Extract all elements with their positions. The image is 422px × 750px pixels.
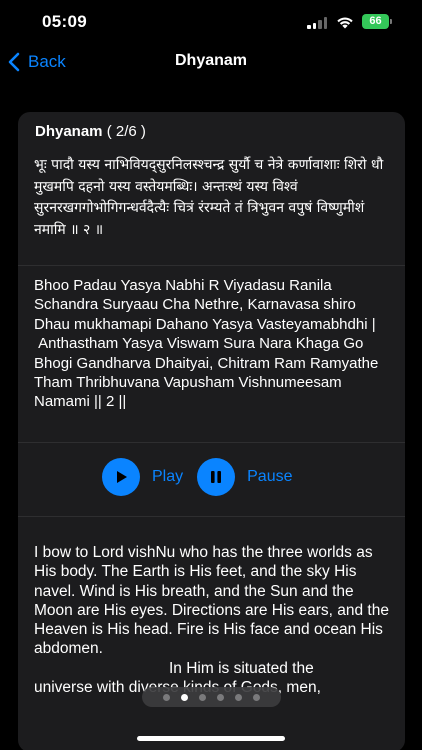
audio-controls: Play Pause xyxy=(102,458,293,496)
status-time: 05:09 xyxy=(42,12,87,31)
divider xyxy=(18,265,405,266)
card-title: Dhyanam xyxy=(35,123,103,140)
battery-level: 66 xyxy=(369,15,382,27)
play-button[interactable]: Play xyxy=(102,458,183,496)
cellular-signal-icon xyxy=(307,17,327,29)
page-dot-1[interactable] xyxy=(163,693,170,701)
card-header: Dhyanam ( 2/6 ) xyxy=(35,123,146,140)
pause-icon xyxy=(197,458,236,496)
verse-card[interactable]: Dhyanam ( 2/6 ) भूः पादौ यस्य नाभिवियद्स… xyxy=(18,112,405,750)
battery-icon: 66 xyxy=(362,14,392,29)
english-continuation: In Him is situated the xyxy=(169,659,314,677)
wifi-icon xyxy=(336,15,354,34)
english-translation: I bow to Lord vishNu who has the three w… xyxy=(34,543,394,697)
page-title: Dhyanam xyxy=(174,52,248,69)
english-text: I bow to Lord vishNu who has the three w… xyxy=(34,544,389,658)
battery-cap xyxy=(390,19,392,24)
pause-button[interactable]: Pause xyxy=(197,458,293,496)
page-indicator: ( 2/6 ) xyxy=(106,123,146,140)
play-label: Play xyxy=(152,468,184,485)
pause-label: Pause xyxy=(247,468,293,485)
transliteration-verse: Bhoo Padau Yasya Nabhi R Viyadasu Ranila… xyxy=(34,277,379,411)
page-dot-3[interactable] xyxy=(199,693,206,701)
sanskrit-verse: भूः पादौ यस्य नाभिवियद्सुरनिलस्श्चन्द्र … xyxy=(34,157,384,238)
status-bar: 05:09 66 xyxy=(0,0,422,44)
page-dot-4[interactable] xyxy=(217,693,224,701)
navigation-bar: Back Dhyanam xyxy=(0,44,422,80)
divider xyxy=(18,442,405,443)
divider xyxy=(18,516,405,517)
home-indicator[interactable] xyxy=(137,736,285,741)
page-control[interactable] xyxy=(142,687,281,707)
page-dot-6[interactable] xyxy=(253,693,260,701)
page-dot-2[interactable] xyxy=(181,693,188,701)
page-dot-5[interactable] xyxy=(235,693,242,701)
play-icon xyxy=(102,458,140,496)
